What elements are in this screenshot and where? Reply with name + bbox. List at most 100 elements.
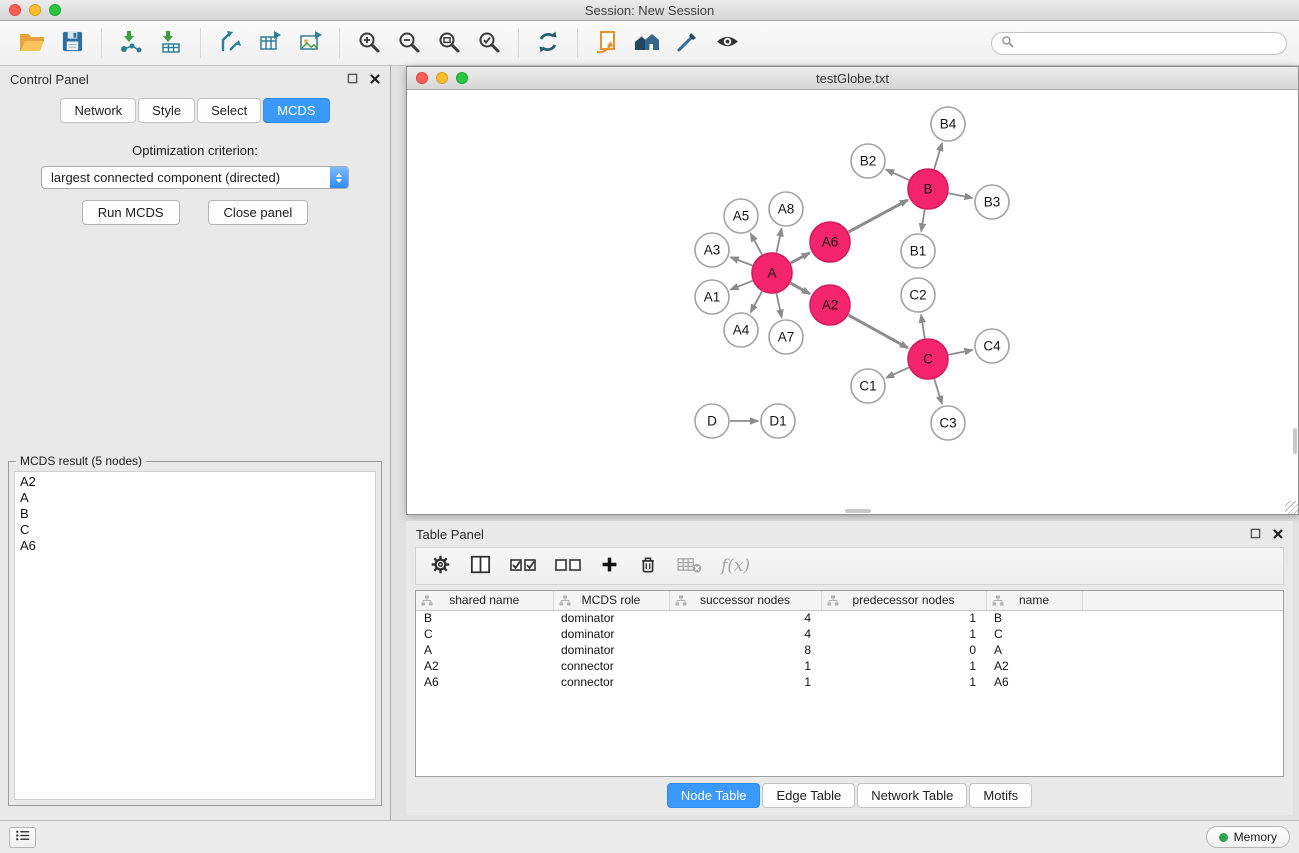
graph-edge-C-C3[interactable] — [934, 379, 942, 404]
column-tree-icon[interactable] — [992, 595, 1004, 609]
table-cell[interactable]: dominator — [553, 626, 669, 642]
table-cell[interactable]: 1 — [821, 674, 986, 690]
graph-node-B3[interactable]: B3 — [975, 185, 1009, 219]
graph-node-A8[interactable]: A8 — [769, 192, 803, 226]
open-document-button[interactable] — [587, 25, 627, 61]
zoom-in-button[interactable] — [349, 25, 389, 61]
graph-node-C2[interactable]: C2 — [901, 278, 935, 312]
table-cell[interactable]: 1 — [669, 658, 821, 674]
new-network-button[interactable] — [210, 25, 250, 61]
graph-node-B1[interactable]: B1 — [901, 234, 935, 268]
criterion-select[interactable]: largest connected component (directed) — [41, 166, 349, 189]
export-image-button[interactable] — [290, 25, 330, 61]
graph-edge-B-B2[interactable] — [886, 170, 909, 181]
table-row[interactable]: A6connector11A6 — [416, 674, 1283, 690]
tab-select[interactable]: Select — [197, 98, 261, 123]
create-column-button[interactable] — [600, 551, 619, 581]
column-header-shared-name[interactable]: shared name — [416, 591, 553, 610]
graph-node-A[interactable]: A — [752, 253, 792, 293]
minimize-network-window-button[interactable] — [436, 72, 448, 84]
column-header-label[interactable]: name — [1019, 593, 1049, 607]
graph-edge-A-A5[interactable] — [751, 234, 762, 255]
table-cell[interactable]: 0 — [821, 642, 986, 658]
graph-node-C[interactable]: C — [908, 339, 948, 379]
table-cell[interactable]: dominator — [553, 610, 669, 626]
column-header-mcds-role[interactable]: MCDS role — [553, 591, 669, 610]
float-panel-icon[interactable] — [347, 72, 358, 87]
graph-edge-A2-C[interactable] — [848, 315, 908, 348]
import-network-button[interactable] — [111, 25, 151, 61]
unselect-all-columns-button[interactable] — [555, 551, 581, 581]
tab-style[interactable]: Style — [138, 98, 195, 123]
resize-grip[interactable] — [1285, 501, 1298, 514]
mcds-result-item[interactable]: A — [15, 490, 375, 506]
zoom-out-button[interactable] — [389, 25, 429, 61]
table-cell[interactable]: C — [416, 626, 553, 642]
task-history-button[interactable] — [9, 827, 36, 848]
zoom-network-window-button[interactable] — [456, 72, 468, 84]
vertical-scrollbar-thumb[interactable] — [1293, 428, 1297, 454]
column-header-label[interactable]: predecessor nodes — [852, 593, 954, 607]
graph-edge-C-C4[interactable] — [949, 350, 973, 355]
graph-edge-A-A2[interactable] — [790, 283, 810, 294]
graph-edge-A-A4[interactable] — [751, 291, 762, 312]
table-cell[interactable]: 4 — [669, 626, 821, 642]
close-panel-icon[interactable] — [1273, 527, 1283, 542]
column-tree-icon[interactable] — [421, 595, 433, 609]
table-cell[interactable]: C — [986, 626, 1082, 642]
delete-column-button[interactable] — [638, 551, 658, 581]
minimize-window-button[interactable] — [29, 4, 41, 16]
apply-layout-button[interactable] — [528, 25, 568, 61]
column-header-successor-nodes[interactable]: successor nodes — [669, 591, 821, 610]
column-tree-icon[interactable] — [827, 595, 839, 609]
network-canvas[interactable]: B4B2BB3A8A5A6B1A3AC2A1A2A4A7C4CC1C3DD1 — [407, 90, 1298, 514]
run-mcds-button[interactable]: Run MCDS — [82, 200, 180, 225]
column-header-predecessor-nodes[interactable]: predecessor nodes — [821, 591, 986, 610]
home-button[interactable] — [627, 25, 667, 61]
table-tab-network-table[interactable]: Network Table — [857, 783, 967, 808]
graph-node-A2[interactable]: A2 — [810, 285, 850, 325]
mcds-result-item[interactable]: A2 — [15, 474, 375, 490]
mcds-result-item[interactable]: A6 — [15, 538, 375, 554]
graph-node-B2[interactable]: B2 — [851, 144, 885, 178]
tab-mcds[interactable]: MCDS — [263, 98, 329, 123]
graph-node-D1[interactable]: D1 — [761, 404, 795, 438]
table-cell[interactable]: A6 — [986, 674, 1082, 690]
zoom-fit-button[interactable] — [429, 25, 469, 61]
table-cell[interactable]: dominator — [553, 642, 669, 658]
graph-edge-A-A6[interactable] — [791, 253, 810, 263]
mcds-result-item[interactable]: B — [15, 506, 375, 522]
table-cell[interactable]: connector — [553, 674, 669, 690]
graph-node-C4[interactable]: C4 — [975, 329, 1009, 363]
graph-edge-B-B1[interactable] — [921, 210, 925, 232]
new-table-button[interactable] — [250, 25, 290, 61]
graph-node-A4[interactable]: A4 — [724, 313, 758, 347]
graph-edge-A-A1[interactable] — [731, 281, 753, 290]
zoom-selected-button[interactable] — [469, 25, 509, 61]
table-cell[interactable]: B — [416, 610, 553, 626]
delete-table-button[interactable] — [677, 551, 702, 581]
graph-node-A5[interactable]: A5 — [724, 199, 758, 233]
table-tab-node-table[interactable]: Node Table — [667, 783, 761, 808]
table-cell[interactable]: 1 — [821, 610, 986, 626]
select-all-columns-button[interactable] — [510, 551, 536, 581]
graph-edge-A6-B[interactable] — [849, 200, 908, 232]
graph-node-B4[interactable]: B4 — [931, 107, 965, 141]
close-panel-icon[interactable] — [370, 72, 380, 87]
graph-edge-A-A8[interactable] — [777, 229, 782, 253]
float-panel-icon[interactable] — [1250, 527, 1261, 542]
graph-edge-C-C1[interactable] — [886, 368, 909, 378]
network-graph[interactable]: B4B2BB3A8A5A6B1A3AC2A1A2A4A7C4CC1C3DD1 — [407, 90, 1298, 514]
close-window-button[interactable] — [9, 4, 21, 16]
close-network-window-button[interactable] — [416, 72, 428, 84]
column-header-label[interactable]: successor nodes — [700, 593, 790, 607]
horizontal-scrollbar-thumb[interactable] — [845, 509, 871, 513]
column-tree-icon[interactable] — [559, 595, 571, 609]
column-header-label[interactable]: shared name — [449, 593, 519, 607]
graph-node-D[interactable]: D — [695, 404, 729, 438]
table-cell[interactable]: A — [416, 642, 553, 658]
table-tab-motifs[interactable]: Motifs — [969, 783, 1032, 808]
show-graphics-button[interactable] — [707, 25, 747, 61]
table-cell[interactable]: A6 — [416, 674, 553, 690]
graph-node-A1[interactable]: A1 — [695, 280, 729, 314]
